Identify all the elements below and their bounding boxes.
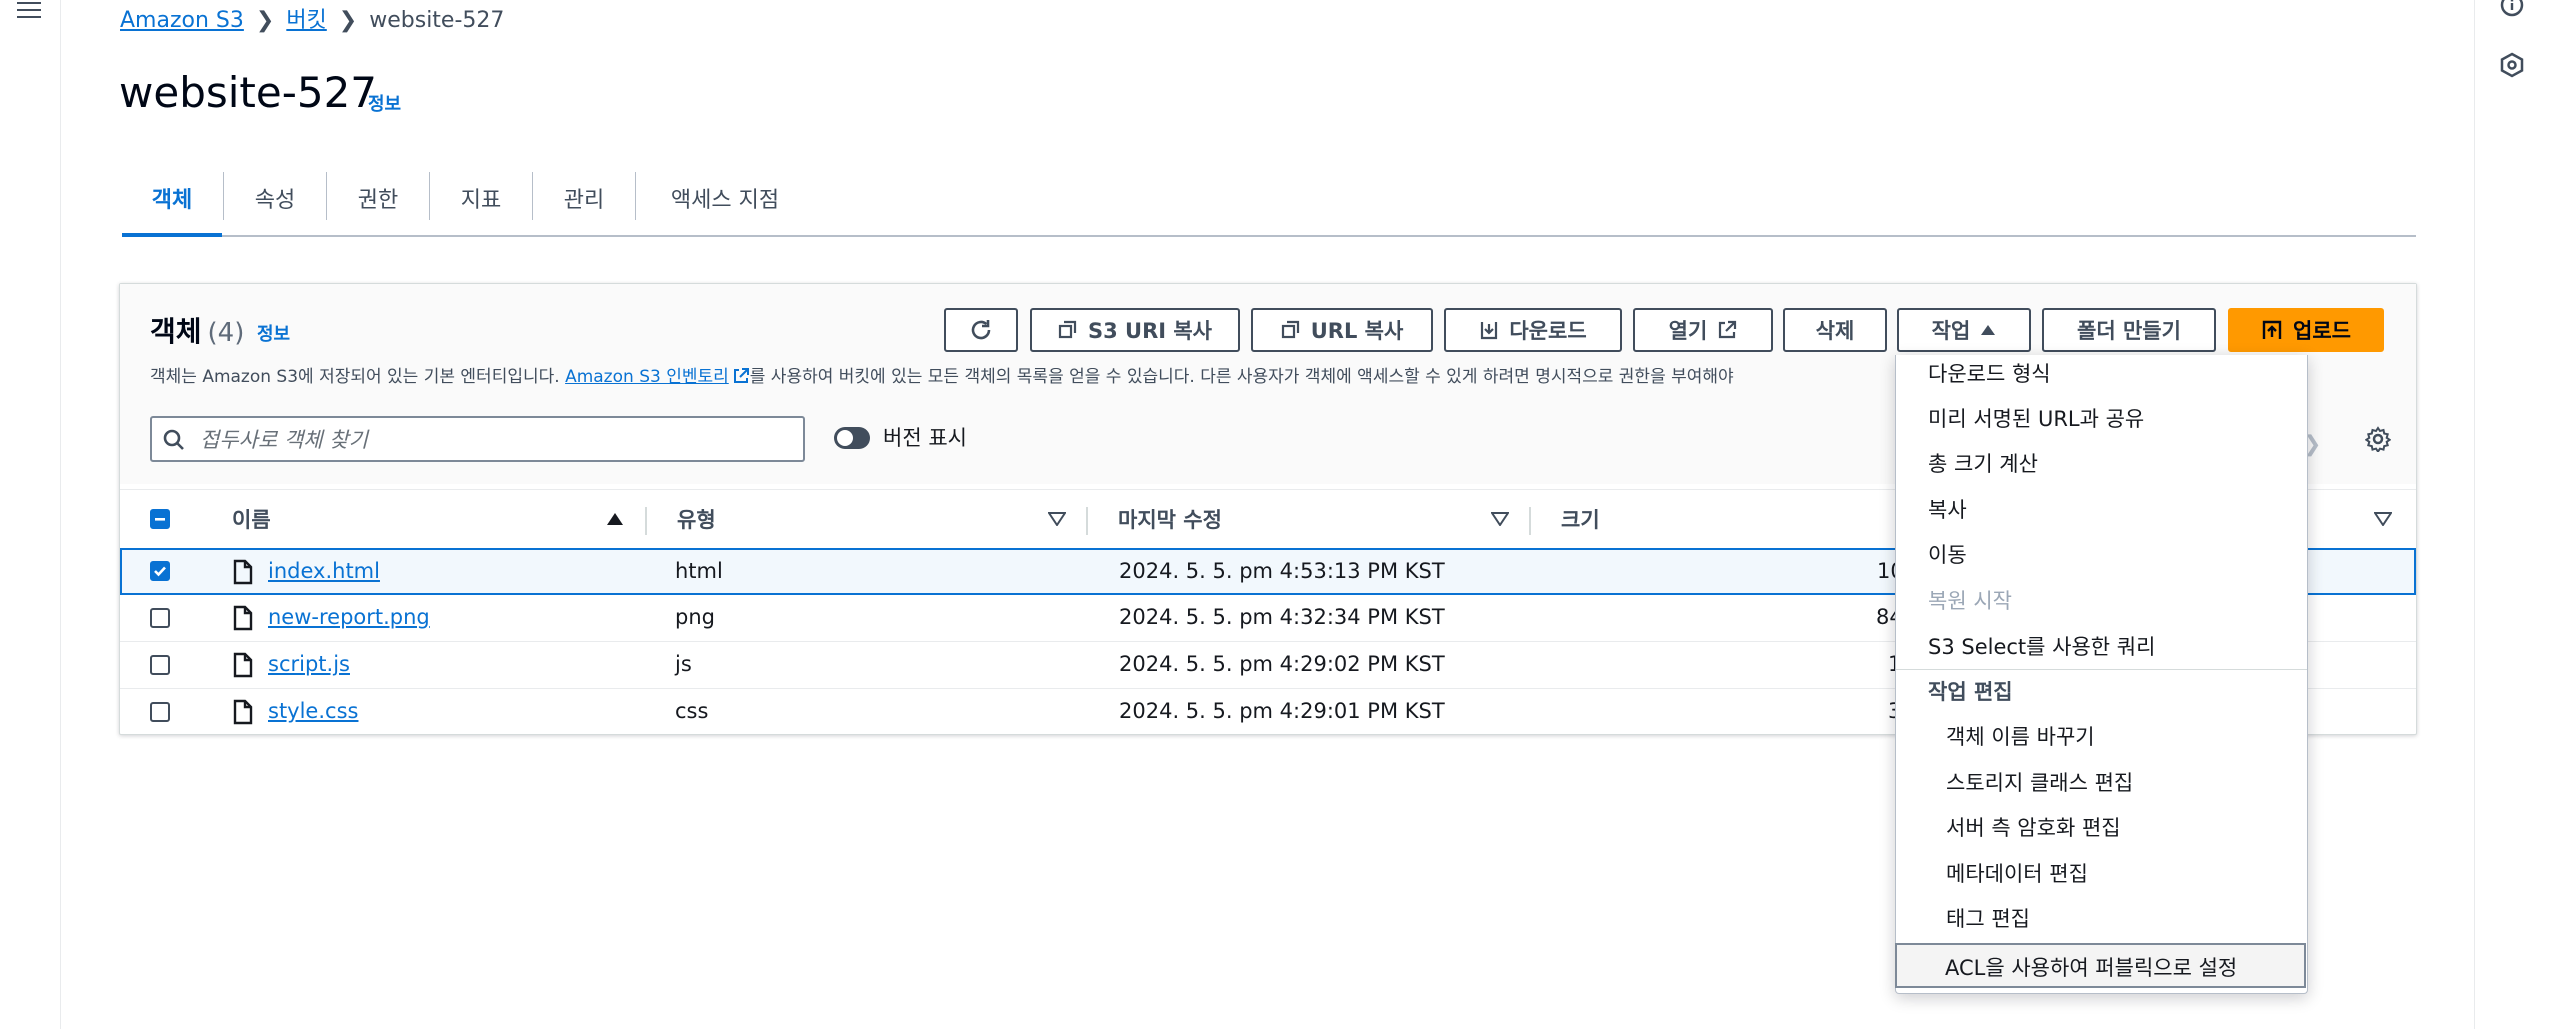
object-modified: 2024. 5. 5. pm 4:29:02 PM KST xyxy=(1119,652,1445,676)
breadcrumb-current: website-527 xyxy=(369,8,505,33)
column-type[interactable]: 유형 xyxy=(677,504,716,534)
left-navigation-rail xyxy=(0,0,61,1029)
tab-objects[interactable]: 객체 xyxy=(122,160,222,237)
breadcrumb-buckets[interactable]: 버킷 xyxy=(286,8,326,33)
actions-dropdown-menu: 다운로드 형식 미리 서명된 URL과 공유 총 크기 계산 복사 이동 복원 … xyxy=(1895,355,2308,994)
menu-item-rename-object[interactable]: 객체 이름 바꾸기 xyxy=(1946,721,2095,751)
column-resizer[interactable] xyxy=(645,507,647,535)
row-checkbox[interactable] xyxy=(150,702,170,722)
chevron-right-icon: ❯ xyxy=(338,8,358,33)
column-size[interactable]: 크기 xyxy=(1561,504,1600,534)
page-title: website-527 xyxy=(119,68,378,117)
object-type: css xyxy=(675,699,709,723)
actions-dropdown-button[interactable]: 작업 xyxy=(1897,308,2031,352)
delete-button[interactable]: 삭제 xyxy=(1783,308,1887,352)
file-icon xyxy=(233,559,253,585)
refresh-icon xyxy=(971,320,991,340)
row-checkbox[interactable] xyxy=(150,608,170,628)
caret-up-icon xyxy=(1981,325,1996,335)
chevron-right-icon: ❯ xyxy=(255,8,275,33)
file-icon xyxy=(233,652,253,678)
object-name[interactable]: new-report.png xyxy=(268,605,430,629)
external-link-icon xyxy=(1719,320,1737,339)
file-icon xyxy=(233,605,253,631)
copy-icon xyxy=(1058,320,1077,339)
column-resizer[interactable] xyxy=(1086,507,1088,535)
external-link-icon xyxy=(733,368,749,383)
sort-ascending-icon[interactable] xyxy=(606,512,624,526)
select-all-checkbox[interactable] xyxy=(150,509,170,529)
menu-group-edit-actions: 작업 편집 xyxy=(1928,680,2013,704)
column-name[interactable]: 이름 xyxy=(232,504,271,534)
panel-title: 객체 (4) xyxy=(150,315,245,348)
title-info-link[interactable]: 정보 xyxy=(368,90,401,116)
minus-icon xyxy=(155,518,165,521)
menu-divider xyxy=(1896,669,2307,670)
hexagon-settings-icon[interactable] xyxy=(2499,52,2525,78)
panel-info-link[interactable]: 정보 xyxy=(257,320,290,346)
tab-metrics[interactable]: 지표 xyxy=(430,160,532,235)
hamburger-menu-icon[interactable] xyxy=(17,0,41,23)
upload-icon xyxy=(2262,320,2282,339)
tab-properties[interactable]: 속성 xyxy=(224,160,326,235)
menu-item-share-presigned-url[interactable]: 미리 서명된 URL과 공유 xyxy=(1928,403,2144,433)
object-name[interactable]: script.js xyxy=(268,652,350,676)
column-resizer[interactable] xyxy=(1529,507,1531,535)
object-name[interactable]: index.html xyxy=(268,559,380,583)
check-icon xyxy=(154,566,166,577)
show-versions-label: 버전 표시 xyxy=(883,426,967,450)
tab-management[interactable]: 관리 xyxy=(533,160,635,235)
download-button[interactable]: 다운로드 xyxy=(1444,308,1622,352)
menu-item-edit-tags[interactable]: 태그 편집 xyxy=(1946,903,2030,933)
refresh-button[interactable] xyxy=(944,308,1018,352)
upload-button[interactable]: 업로드 xyxy=(2228,308,2384,352)
object-modified: 2024. 5. 5. pm 4:29:01 PM KST xyxy=(1119,699,1445,723)
row-checkbox[interactable] xyxy=(150,561,170,581)
create-folder-button[interactable]: 폴더 만들기 xyxy=(2042,308,2216,352)
menu-item-edit-sse[interactable]: 서버 측 암호화 편집 xyxy=(1946,812,2121,842)
search-icon xyxy=(163,429,184,450)
object-modified: 2024. 5. 5. pm 4:32:34 PM KST xyxy=(1119,605,1445,629)
tab-bar: 객체 속성 권한 지표 관리 액세스 지점 xyxy=(122,160,2416,237)
breadcrumb-amazon-s3[interactable]: Amazon S3 xyxy=(120,8,244,33)
open-button[interactable]: 열기 xyxy=(1633,308,1773,352)
menu-item-edit-metadata[interactable]: 메타데이터 편집 xyxy=(1946,858,2088,888)
menu-item-download-as[interactable]: 다운로드 형식 xyxy=(1928,358,2051,388)
file-icon xyxy=(233,699,253,725)
object-type: js xyxy=(675,652,692,676)
info-circle-icon[interactable] xyxy=(2499,0,2525,18)
download-icon xyxy=(1481,322,1498,340)
copy-url-button[interactable]: URL 복사 xyxy=(1251,308,1433,352)
column-last-modified[interactable]: 마지막 수정 xyxy=(1118,504,1222,534)
row-checkbox[interactable] xyxy=(150,655,170,675)
tab-access-points[interactable]: 액세스 지점 xyxy=(636,160,814,235)
show-versions-toggle[interactable] xyxy=(834,427,870,449)
object-modified: 2024. 5. 5. pm 4:53:13 PM KST xyxy=(1119,559,1445,583)
inventory-link[interactable]: Amazon S3 인벤토리 xyxy=(565,367,750,387)
sort-icon[interactable] xyxy=(1491,512,1509,526)
tab-permissions[interactable]: 권한 xyxy=(327,160,429,235)
breadcrumb: Amazon S3 ❯ 버킷 ❯ website-527 xyxy=(120,6,504,36)
sort-icon[interactable] xyxy=(1048,512,1066,526)
right-tools-rail xyxy=(2474,0,2553,1029)
object-type: png xyxy=(675,605,715,629)
menu-item-calculate-total-size[interactable]: 총 크기 계산 xyxy=(1928,448,2038,478)
search-input[interactable] xyxy=(198,424,792,456)
gear-icon[interactable] xyxy=(2365,426,2391,452)
menu-item-initiate-restore: 복원 시작 xyxy=(1928,589,2012,613)
object-name[interactable]: style.css xyxy=(268,699,358,723)
menu-item-copy[interactable]: 복사 xyxy=(1928,494,1967,524)
sort-icon[interactable] xyxy=(2374,512,2392,526)
copy-s3-uri-button[interactable]: S3 URI 복사 xyxy=(1030,308,1240,352)
panel-description: 객체는 Amazon S3에 저장되어 있는 기본 엔터티입니다. Amazon… xyxy=(150,367,1734,387)
copy-icon xyxy=(1281,320,1299,339)
object-count: (4) xyxy=(207,318,245,348)
menu-item-edit-storage-class[interactable]: 스토리지 클래스 편집 xyxy=(1946,767,2133,797)
menu-item-query-s3-select[interactable]: S3 Select를 사용한 쿼리 xyxy=(1928,631,2155,661)
object-type: html xyxy=(675,559,723,583)
prefix-search-field[interactable] xyxy=(150,416,805,462)
menu-item-move[interactable]: 이동 xyxy=(1928,539,1967,569)
menu-item-make-public-acl[interactable]: ACL을 사용하여 퍼블릭으로 설정 xyxy=(1895,943,2306,988)
